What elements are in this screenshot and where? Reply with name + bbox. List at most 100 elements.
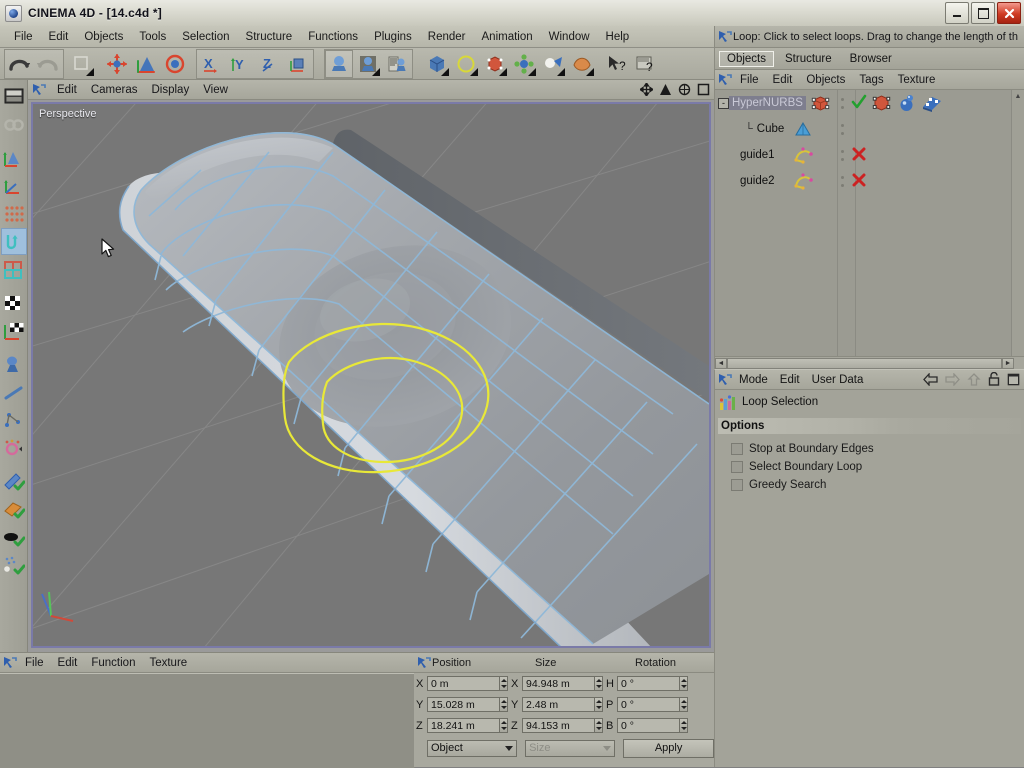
option-greedy-search[interactable]: Greedy Search (715, 476, 1024, 494)
object-row-hypernurbs[interactable]: - HyperNURBS (715, 90, 1024, 116)
array-icon[interactable] (510, 50, 538, 78)
enable-snap-icon[interactable] (1, 523, 27, 550)
option-stop-at-boundary-edges[interactable]: Stop at Boundary Edges (715, 440, 1024, 458)
menu-window[interactable]: Window (541, 29, 598, 45)
spline-object-icon-2[interactable] (793, 171, 815, 191)
tab-browser[interactable]: Browser (843, 52, 899, 66)
light-icon[interactable] (539, 50, 567, 78)
expander-icon[interactable]: - (718, 98, 729, 109)
object-row-guide1[interactable]: guide1 (715, 142, 1024, 168)
object-menu-edit[interactable]: Edit (766, 73, 800, 87)
checkbox-stop-at-boundary-edges[interactable] (731, 443, 743, 455)
forward-arrow-icon[interactable] (945, 372, 960, 386)
snap-settings-icon[interactable] (1, 434, 27, 461)
minimize-button[interactable] (945, 2, 969, 24)
enable-check-icon[interactable] (851, 94, 867, 110)
object-menu-tags[interactable]: Tags (852, 73, 890, 87)
spline-icon[interactable] (452, 50, 480, 78)
quantize-icon[interactable] (1, 467, 27, 494)
render-region-icon[interactable] (354, 50, 382, 78)
deformer-icon[interactable] (568, 50, 596, 78)
world-object-axis-icon[interactable] (284, 50, 312, 78)
menu-render[interactable]: Render (420, 29, 474, 45)
coord-rot-p-input[interactable]: 0 ° (617, 697, 679, 712)
viewport-menu-cameras[interactable]: Cameras (84, 83, 145, 97)
cube-primitive-icon[interactable] (423, 50, 451, 78)
apply-button[interactable]: Apply (623, 738, 714, 758)
object-tree[interactable]: - HyperNURBS └ Cube guide1 guide2 ▲ (714, 90, 1024, 356)
coord-rot-h-input[interactable]: 0 ° (617, 676, 679, 691)
phong-tag-icon[interactable] (897, 93, 916, 113)
menu-structure[interactable]: Structure (238, 29, 301, 45)
menu-help[interactable]: Help (598, 29, 638, 45)
scale-icon[interactable] (132, 50, 160, 78)
viewport-solo-icon[interactable] (1, 350, 27, 377)
menu-objects[interactable]: Objects (76, 29, 131, 45)
viewport-render[interactable] (33, 104, 709, 646)
object-row-cube[interactable]: └ Cube (715, 116, 1024, 142)
material-menu-file[interactable]: File (18, 656, 51, 670)
texture-tag-icon[interactable] (921, 93, 943, 113)
checkbox-select-boundary-loop[interactable] (731, 461, 743, 473)
coord-pos-x-spinner[interactable] (499, 676, 508, 691)
menu-selection[interactable]: Selection (174, 29, 237, 45)
hypernurbs-icon[interactable] (481, 50, 509, 78)
redo-icon[interactable] (34, 50, 62, 78)
coord-size-z-spinner[interactable] (594, 718, 603, 733)
attr-menu-user-data[interactable]: User Data (806, 373, 870, 387)
coord-size-y-input[interactable]: 2.48 m (522, 697, 594, 712)
option-select-boundary-loop[interactable]: Select Boundary Loop (715, 458, 1024, 476)
menu-tools[interactable]: Tools (131, 29, 174, 45)
disable-cross-icon-2[interactable] (852, 173, 866, 187)
live-selection-icon[interactable] (68, 50, 96, 78)
object-tree-vertical-scrollbar[interactable]: ▲ (1011, 90, 1024, 356)
material-list[interactable] (0, 673, 414, 768)
viewport-3d[interactable]: Perspective (31, 102, 711, 648)
checkbox-greedy-search[interactable] (731, 479, 743, 491)
help-doc-icon[interactable]: ? (632, 50, 660, 78)
coord-size-select[interactable]: Size (525, 739, 616, 757)
enable-particles-icon[interactable] (1, 551, 27, 578)
coord-size-x-input[interactable]: 94.948 m (522, 676, 594, 691)
viewport-menu-edit[interactable]: Edit (50, 83, 84, 97)
coord-rot-b-input[interactable]: 0 ° (617, 718, 679, 733)
coord-pos-y-spinner[interactable] (499, 697, 508, 712)
hypernurbs-object-icon[interactable] (810, 94, 831, 113)
viewport-menu-view[interactable]: View (196, 83, 235, 97)
dolly-view-icon[interactable] (658, 82, 672, 96)
axis-z-icon[interactable]: Z (255, 50, 283, 78)
scroll-right-arrow-icon[interactable]: ► (1002, 357, 1014, 369)
spline-object-icon-1[interactable] (793, 145, 815, 165)
material-menu-function[interactable]: Function (84, 656, 142, 670)
pan-view-icon[interactable] (639, 82, 653, 96)
help-cursor-icon[interactable]: ? (603, 50, 631, 78)
render-settings-icon[interactable] (383, 50, 411, 78)
menu-file[interactable]: File (6, 29, 41, 45)
layout-icon[interactable] (1, 83, 27, 110)
enable-axis-icon[interactable] (1, 495, 27, 522)
coord-pos-y-input[interactable]: 15.028 m (427, 697, 499, 712)
coord-rot-b-spinner[interactable] (679, 718, 688, 733)
disable-cross-icon-1[interactable] (852, 147, 866, 161)
rotate-view-icon[interactable] (677, 82, 691, 96)
coord-rot-h-spinner[interactable] (679, 676, 688, 691)
texture-axis-mode-icon[interactable] (1, 317, 27, 344)
maximize-view-icon[interactable] (696, 82, 710, 96)
menu-functions[interactable]: Functions (300, 29, 366, 45)
cube-object-icon[interactable] (793, 120, 813, 138)
axis-y-icon[interactable]: Y (226, 50, 254, 78)
attr-menu-mode[interactable]: Mode (733, 373, 774, 387)
coord-pos-x-input[interactable]: 0 m (427, 676, 499, 691)
attr-menu-edit[interactable]: Edit (774, 373, 806, 387)
coord-size-z-input[interactable]: 94.153 m (522, 718, 594, 733)
lock-icon[interactable] (988, 372, 1000, 386)
object-tree-horizontal-scrollbar[interactable]: ◄ ► (714, 356, 1024, 369)
render-view-icon[interactable] (325, 49, 353, 78)
material-menu-edit[interactable]: Edit (51, 656, 85, 670)
panel-layout-icon[interactable] (1007, 373, 1020, 386)
menu-plugins[interactable]: Plugins (366, 29, 420, 45)
close-button[interactable] (997, 2, 1021, 24)
texture-mode-icon[interactable] (1, 289, 27, 316)
menu-animation[interactable]: Animation (474, 29, 541, 45)
points-mode-icon[interactable] (1, 200, 27, 227)
